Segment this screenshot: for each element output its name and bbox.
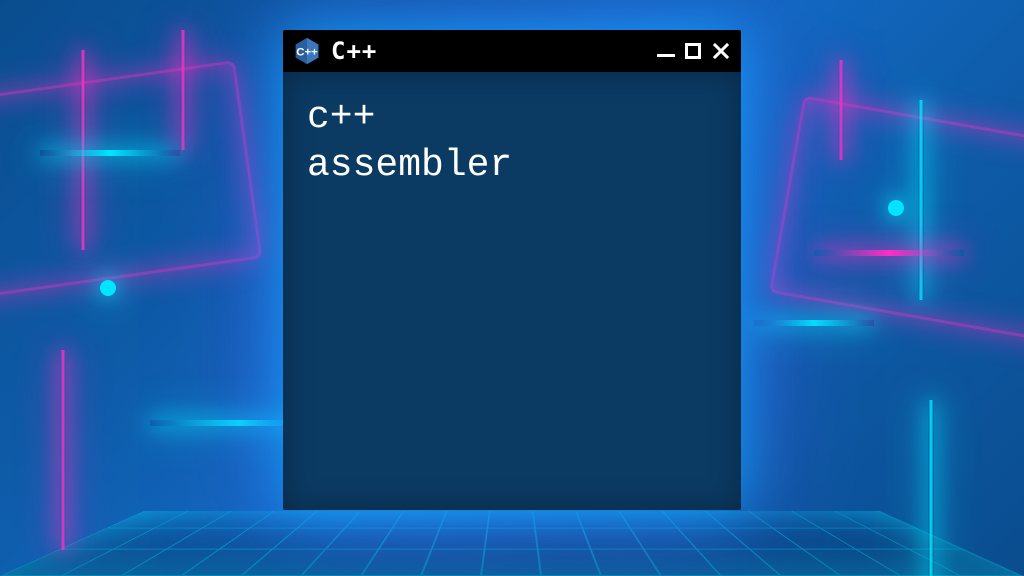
svg-text:C++: C++	[296, 46, 318, 58]
maximize-button[interactable]	[685, 43, 701, 59]
window-titlebar[interactable]: C++ C++	[283, 30, 741, 72]
minimize-button[interactable]	[657, 54, 675, 57]
window-title: C++	[331, 37, 377, 65]
terminal-window: C++ C++ c++ assembler	[283, 30, 741, 510]
window-controls	[657, 41, 731, 61]
close-button[interactable]	[711, 41, 731, 61]
cpp-icon: C++	[293, 37, 321, 65]
terminal-line: assembler	[307, 142, 717, 190]
terminal-line: c++	[307, 94, 717, 142]
terminal-body[interactable]: c++ assembler	[283, 72, 741, 510]
